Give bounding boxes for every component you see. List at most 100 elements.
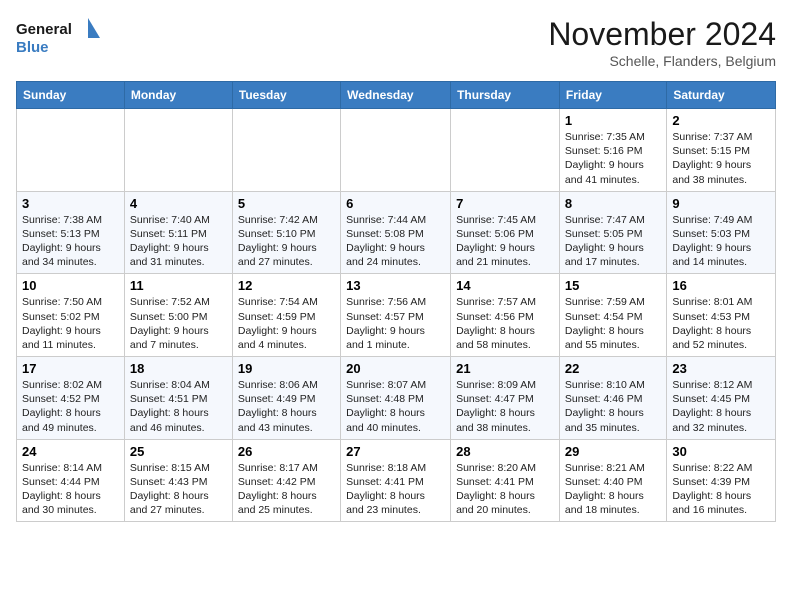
day-number: 14: [456, 278, 554, 293]
day-cell: [232, 109, 340, 192]
header-cell-sunday: Sunday: [17, 82, 125, 109]
location-subtitle: Schelle, Flanders, Belgium: [548, 53, 776, 69]
day-cell: 29Sunrise: 8:21 AMSunset: 4:40 PMDayligh…: [559, 439, 666, 522]
day-number: 4: [130, 196, 227, 211]
day-detail: Sunrise: 7:45 AMSunset: 5:06 PMDaylight:…: [456, 213, 554, 270]
day-detail: Sunrise: 8:20 AMSunset: 4:41 PMDaylight:…: [456, 461, 554, 518]
calendar-header: SundayMondayTuesdayWednesdayThursdayFrid…: [17, 82, 776, 109]
day-detail: Sunrise: 8:06 AMSunset: 4:49 PMDaylight:…: [238, 378, 335, 435]
day-number: 21: [456, 361, 554, 376]
day-cell: 23 Sunrise: 8:12 AMSunset: 4:45 PMDayligh…: [667, 357, 776, 440]
day-cell: 25Sunrise: 8:15 AMSunset: 4:43 PMDayligh…: [124, 439, 232, 522]
day-detail: Sunrise: 8:12 AMSunset: 4:45 PMDaylight:…: [672, 378, 770, 435]
day-detail: Sunrise: 7:38 AMSunset: 5:13 PMDaylight:…: [22, 213, 119, 270]
day-detail: Sunrise: 7:37 AMSunset: 5:15 PMDaylight:…: [672, 130, 770, 187]
header-cell-friday: Friday: [559, 82, 666, 109]
day-number: 26: [238, 444, 335, 459]
day-number: 20: [346, 361, 445, 376]
week-row-3: 10 Sunrise: 7:50 AMSunset: 5:02 PMDayligh…: [17, 274, 776, 357]
day-number: 19: [238, 361, 335, 376]
day-cell: 28 Sunrise: 8:20 AMSunset: 4:41 PMDayligh…: [451, 439, 560, 522]
day-cell: 4 Sunrise: 7:40 AMSunset: 5:11 PMDaylight…: [124, 191, 232, 274]
day-number: 23: [672, 361, 770, 376]
day-detail: Sunrise: 8:07 AMSunset: 4:48 PMDaylight:…: [346, 378, 445, 435]
day-cell: 13 Sunrise: 7:56 AMSunset: 4:57 PMDayligh…: [341, 274, 451, 357]
logo: General Blue: [16, 16, 106, 65]
day-number: 28: [456, 444, 554, 459]
day-cell: 21 Sunrise: 8:09 AMSunset: 4:47 PMDayligh…: [451, 357, 560, 440]
day-number: 1: [565, 113, 661, 128]
day-detail: Sunrise: 8:10 AMSunset: 4:46 PMDaylight:…: [565, 378, 661, 435]
day-cell: 16 Sunrise: 8:01 AMSunset: 4:53 PMDayligh…: [667, 274, 776, 357]
calendar-table: SundayMondayTuesdayWednesdayThursdayFrid…: [16, 81, 776, 522]
day-detail: Sunrise: 7:56 AMSunset: 4:57 PMDaylight:…: [346, 295, 445, 352]
logo-svg: General Blue: [16, 16, 106, 60]
day-detail: Sunrise: 7:47 AMSunset: 5:05 PMDaylight:…: [565, 213, 661, 270]
day-detail: Sunrise: 7:57 AMSunset: 4:56 PMDaylight:…: [456, 295, 554, 352]
week-row-5: 24Sunrise: 8:14 AMSunset: 4:44 PMDayligh…: [17, 439, 776, 522]
day-detail: Sunrise: 8:18 AMSunset: 4:41 PMDaylight:…: [346, 461, 445, 518]
day-cell: 27 Sunrise: 8:18 AMSunset: 4:41 PMDayligh…: [341, 439, 451, 522]
day-cell: 6 Sunrise: 7:44 AMSunset: 5:08 PMDaylight…: [341, 191, 451, 274]
day-number: 12: [238, 278, 335, 293]
header-cell-saturday: Saturday: [667, 82, 776, 109]
day-cell: 18Sunrise: 8:04 AMSunset: 4:51 PMDayligh…: [124, 357, 232, 440]
title-area: November 2024 Schelle, Flanders, Belgium: [548, 16, 776, 69]
day-number: 22: [565, 361, 661, 376]
day-detail: Sunrise: 8:17 AMSunset: 4:42 PMDaylight:…: [238, 461, 335, 518]
day-cell: 1 Sunrise: 7:35 AMSunset: 5:16 PMDaylight…: [559, 109, 666, 192]
day-detail: Sunrise: 8:09 AMSunset: 4:47 PMDaylight:…: [456, 378, 554, 435]
week-row-2: 3 Sunrise: 7:38 AMSunset: 5:13 PMDaylight…: [17, 191, 776, 274]
day-number: 24: [22, 444, 119, 459]
day-cell: [341, 109, 451, 192]
day-number: 10: [22, 278, 119, 293]
day-number: 9: [672, 196, 770, 211]
day-detail: Sunrise: 8:22 AMSunset: 4:39 PMDaylight:…: [672, 461, 770, 518]
day-number: 17: [22, 361, 119, 376]
day-detail: Sunrise: 7:49 AMSunset: 5:03 PMDaylight:…: [672, 213, 770, 270]
day-detail: Sunrise: 8:04 AMSunset: 4:51 PMDaylight:…: [130, 378, 227, 435]
svg-text:General: General: [16, 21, 72, 38]
day-cell: 9 Sunrise: 7:49 AMSunset: 5:03 PMDaylight…: [667, 191, 776, 274]
day-number: 3: [22, 196, 119, 211]
day-cell: 30 Sunrise: 8:22 AMSunset: 4:39 PMDayligh…: [667, 439, 776, 522]
day-number: 2: [672, 113, 770, 128]
svg-text:Blue: Blue: [16, 39, 49, 56]
day-cell: 15Sunrise: 7:59 AMSunset: 4:54 PMDayligh…: [559, 274, 666, 357]
day-cell: 7 Sunrise: 7:45 AMSunset: 5:06 PMDaylight…: [451, 191, 560, 274]
day-number: 27: [346, 444, 445, 459]
day-number: 16: [672, 278, 770, 293]
day-number: 6: [346, 196, 445, 211]
logo-text-block: General Blue: [16, 16, 106, 65]
day-cell: 19 Sunrise: 8:06 AMSunset: 4:49 PMDayligh…: [232, 357, 340, 440]
day-cell: 26 Sunrise: 8:17 AMSunset: 4:42 PMDayligh…: [232, 439, 340, 522]
day-number: 11: [130, 278, 227, 293]
day-detail: Sunrise: 8:02 AMSunset: 4:52 PMDaylight:…: [22, 378, 119, 435]
day-number: 13: [346, 278, 445, 293]
day-number: 7: [456, 196, 554, 211]
day-number: 25: [130, 444, 227, 459]
day-cell: 22 Sunrise: 8:10 AMSunset: 4:46 PMDayligh…: [559, 357, 666, 440]
day-detail: Sunrise: 7:54 AMSunset: 4:59 PMDaylight:…: [238, 295, 335, 352]
day-number: 15: [565, 278, 661, 293]
day-cell: [451, 109, 560, 192]
day-detail: Sunrise: 8:21 AMSunset: 4:40 PMDaylight:…: [565, 461, 661, 518]
day-cell: 24Sunrise: 8:14 AMSunset: 4:44 PMDayligh…: [17, 439, 125, 522]
day-cell: 11 Sunrise: 7:52 AMSunset: 5:00 PMDayligh…: [124, 274, 232, 357]
day-number: 30: [672, 444, 770, 459]
day-detail: Sunrise: 7:52 AMSunset: 5:00 PMDaylight:…: [130, 295, 227, 352]
day-detail: Sunrise: 7:35 AMSunset: 5:16 PMDaylight:…: [565, 130, 661, 187]
day-cell: [124, 109, 232, 192]
day-cell: 17 Sunrise: 8:02 AMSunset: 4:52 PMDayligh…: [17, 357, 125, 440]
day-cell: [17, 109, 125, 192]
day-detail: Sunrise: 7:40 AMSunset: 5:11 PMDaylight:…: [130, 213, 227, 270]
calendar-body: 1 Sunrise: 7:35 AMSunset: 5:16 PMDaylight…: [17, 109, 776, 522]
day-detail: Sunrise: 7:44 AMSunset: 5:08 PMDaylight:…: [346, 213, 445, 270]
day-cell: 20 Sunrise: 8:07 AMSunset: 4:48 PMDayligh…: [341, 357, 451, 440]
day-detail: Sunrise: 8:01 AMSunset: 4:53 PMDaylight:…: [672, 295, 770, 352]
day-cell: 3 Sunrise: 7:38 AMSunset: 5:13 PMDaylight…: [17, 191, 125, 274]
day-number: 5: [238, 196, 335, 211]
header-cell-monday: Monday: [124, 82, 232, 109]
day-detail: Sunrise: 7:50 AMSunset: 5:02 PMDaylight:…: [22, 295, 119, 352]
header-cell-thursday: Thursday: [451, 82, 560, 109]
